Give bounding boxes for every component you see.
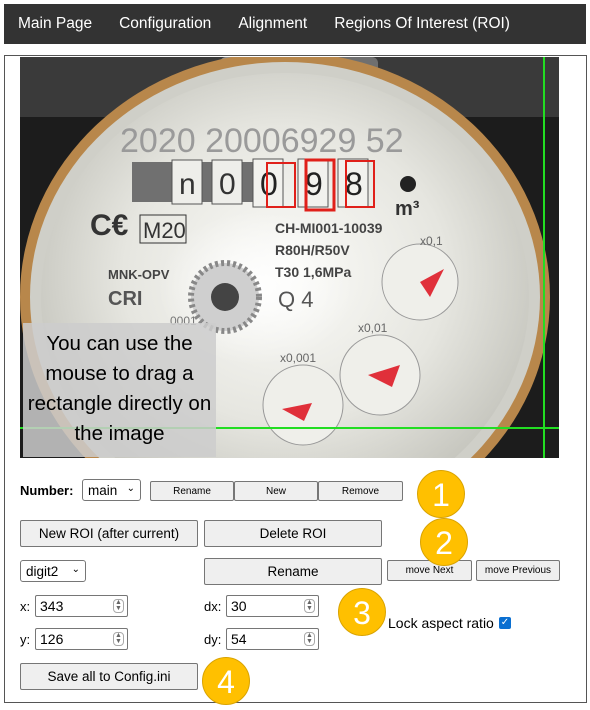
stepper-icon[interactable]: ▲ ▼ [304, 599, 315, 613]
move-next-button[interactable]: move Next [387, 560, 472, 581]
temp-pressure-label: T30 1,6MPa [275, 264, 351, 280]
cri-label: CRI [108, 288, 142, 310]
number-select-value: main [88, 482, 118, 498]
digit-3: 0 [260, 166, 278, 202]
y-value: 126 [40, 631, 64, 647]
dx-label: dx: [204, 599, 222, 614]
callout-badge-2: 2 [420, 518, 468, 566]
x-label: x: [20, 599, 31, 614]
dial-label-2: x0,01 [358, 321, 388, 335]
delete-roi-button[interactable]: Delete ROI [204, 520, 382, 547]
q-label: Q 4 [278, 287, 313, 312]
roi-select-value: digit2 [26, 563, 59, 579]
new-roi-button[interactable]: New ROI (after current) [20, 520, 198, 547]
cert-label: M20 [143, 218, 186, 243]
svg-text:C€: C€ [90, 209, 129, 242]
nav-main-page[interactable]: Main Page [12, 15, 98, 33]
y-label: y: [20, 632, 31, 647]
dy-value: 54 [231, 631, 247, 647]
rename-number-button[interactable]: Rename [150, 481, 234, 501]
save-config-button[interactable]: Save all to Config.ini [20, 663, 198, 690]
model-label: CH-MI001-10039 [275, 220, 383, 236]
ratio-label: R80H/R50V [275, 242, 350, 258]
dx-value: 30 [231, 598, 247, 614]
stepper-icon[interactable]: ▲ ▼ [304, 632, 315, 646]
callout-badge-1: 1 [417, 470, 465, 518]
dial-label-1: x0,1 [420, 234, 443, 248]
callout-badge-4: 4 [202, 657, 250, 705]
maker-label: MNK-OPV [108, 267, 170, 282]
move-previous-button[interactable]: move Previous [476, 560, 560, 581]
dy-input[interactable]: 54 ▲ ▼ [226, 628, 319, 650]
number-select[interactable]: main ⌄ [82, 479, 141, 501]
callout-badge-3: 3 [338, 588, 386, 636]
meter-serial: 2020 20006929 52 [120, 122, 404, 160]
nav-alignment[interactable]: Alignment [232, 15, 313, 33]
rename-roi-button[interactable]: Rename [204, 558, 382, 585]
unit-label: m³ [395, 198, 420, 220]
lock-aspect-label: Lock aspect ratio [388, 615, 494, 631]
y-input[interactable]: 126 ▲ ▼ [35, 628, 128, 650]
remove-number-button[interactable]: Remove [318, 481, 403, 501]
dy-label: dy: [204, 632, 222, 647]
digit-5: 8 [345, 166, 363, 202]
drag-hint-overlay: You can use the mouse to drag a rectangl… [23, 323, 216, 457]
stepper-icon[interactable]: ▲ ▼ [113, 599, 124, 613]
dial-label-3: x0,001 [280, 351, 316, 365]
stepper-icon[interactable]: ▲ ▼ [113, 632, 124, 646]
x-input[interactable]: 343 ▲ ▼ [35, 595, 128, 617]
digit-1: n [179, 168, 196, 201]
number-label: Number: [20, 483, 74, 498]
top-nav: Main Page Configuration Alignment Region… [4, 4, 586, 44]
dx-input[interactable]: 30 ▲ ▼ [226, 595, 319, 617]
new-number-button[interactable]: New [234, 481, 318, 501]
digit-2: 0 [219, 168, 236, 201]
nav-roi[interactable]: Regions Of Interest (ROI) [328, 15, 516, 33]
chevron-down-icon: ⌄ [71, 564, 80, 575]
digit-4: 9 [305, 166, 323, 202]
lock-aspect-checkbox[interactable]: ✓ [499, 617, 511, 629]
roi-select[interactable]: digit2 ⌄ [20, 560, 86, 582]
chevron-down-icon: ⌄ [126, 483, 135, 494]
nav-configuration[interactable]: Configuration [113, 15, 217, 33]
x-value: 343 [40, 598, 64, 614]
